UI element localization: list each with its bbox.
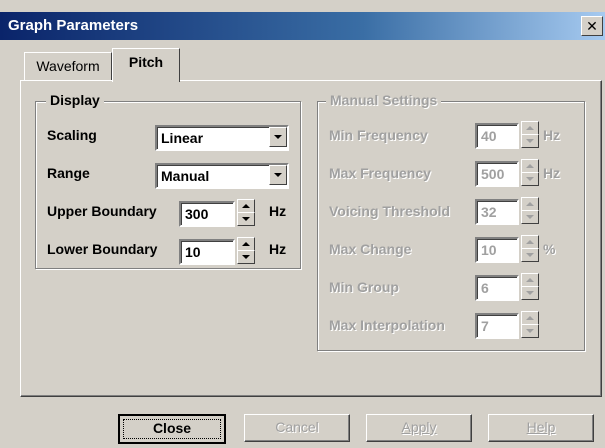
apply-button[interactable]: Apply [366,414,472,442]
title-bar[interactable]: Graph Parameters ✕ [0,12,605,40]
close-button[interactable]: Close [118,414,226,444]
voicing-threshold-input[interactable]: 32 [475,199,519,225]
spin-down-button[interactable] [237,250,255,264]
min-group-value: 6 [481,280,489,296]
focus-rect [123,419,221,439]
window-title: Graph Parameters [8,17,139,34]
voicing-threshold-spinner[interactable] [521,197,539,224]
upper-boundary-spinner[interactable] [237,199,255,226]
tab-pitch-label: Pitch [128,54,164,70]
close-icon: ✕ [586,18,598,34]
max-change-spinner[interactable] [521,235,539,262]
display-group-title: Display [46,92,104,108]
voicing-threshold-value: 32 [481,204,497,220]
max-interpolation-spinner[interactable] [521,311,539,338]
arrow-down-icon [242,217,250,221]
arrow-up-icon [526,278,534,282]
min-group-spinner[interactable] [521,273,539,300]
spin-down-button[interactable] [521,324,539,338]
max-change-unit: % [543,241,556,257]
lower-boundary-unit: Hz [269,241,287,257]
spin-down-button[interactable] [521,210,539,224]
spin-up-button[interactable] [521,273,539,287]
apply-button-label: Apply [401,419,437,435]
tab-pitch[interactable]: Pitch [112,48,180,82]
max-frequency-label: Max Frequency [329,165,431,181]
arrow-down-icon [526,215,534,219]
close-window-button[interactable]: ✕ [581,16,603,36]
arrow-down-icon [526,139,534,143]
arrow-up-icon [526,202,534,206]
arrow-up-icon [526,126,534,130]
max-frequency-input[interactable]: 500 [475,161,519,187]
arrow-down-icon [526,291,534,295]
arrow-up-icon [242,204,250,208]
max-frequency-value: 500 [481,166,505,182]
cancel-button[interactable]: Cancel [244,414,350,442]
arrow-up-icon [526,164,534,168]
scaling-dropdown-button[interactable] [269,127,287,147]
min-frequency-spinner[interactable] [521,121,539,148]
chevron-down-icon [274,135,282,139]
arrow-up-icon [526,316,534,320]
arrow-down-icon [526,329,534,333]
spin-down-button[interactable] [521,172,539,186]
lower-boundary-spinner[interactable] [237,237,255,264]
tab-waveform-label: Waveform [36,58,100,74]
max-change-label: Max Change [329,241,412,257]
chevron-down-icon [274,173,282,177]
spin-down-button[interactable] [521,248,539,262]
range-dropdown[interactable]: Manual [155,163,289,189]
max-frequency-unit: Hz [543,165,561,181]
voicing-threshold-label: Voicing Threshold [329,203,451,219]
upper-boundary-unit: Hz [269,203,287,219]
spin-up-button[interactable] [237,199,255,213]
min-group-input[interactable]: 6 [475,275,519,301]
upper-boundary-label: Upper Boundary [47,203,157,219]
min-group-label: Min Group [329,279,399,295]
scaling-label: Scaling [47,127,97,143]
lower-boundary-input[interactable]: 10 [179,239,235,265]
arrow-up-icon [242,242,250,246]
manual-settings-title: Manual Settings [326,92,442,108]
tab-waveform[interactable]: Waveform [24,52,112,81]
scaling-dropdown[interactable]: Linear [155,125,289,151]
max-change-input[interactable]: 10 [475,237,519,263]
lower-boundary-value: 10 [185,244,201,260]
lower-boundary-label: Lower Boundary [47,241,158,257]
max-interpolation-input[interactable]: 7 [475,313,519,339]
upper-boundary-value: 300 [185,206,209,222]
spin-up-button[interactable] [237,237,255,251]
spin-up-button[interactable] [521,311,539,325]
spin-down-button[interactable] [521,286,539,300]
arrow-down-icon [242,255,250,259]
min-frequency-unit: Hz [543,127,561,143]
spin-up-button[interactable] [521,159,539,173]
range-label: Range [47,165,90,181]
pitch-tab-panel: Display Scaling Linear Range Manual Uppe… [20,80,602,397]
max-frequency-spinner[interactable] [521,159,539,186]
spin-down-button[interactable] [237,212,255,226]
range-dropdown-button[interactable] [269,165,287,185]
arrow-down-icon [526,177,534,181]
spin-down-button[interactable] [521,134,539,148]
scaling-value: Linear [161,130,204,146]
max-interpolation-label: Max Interpolation [329,317,445,333]
spin-up-button[interactable] [521,235,539,249]
help-button[interactable]: Help [488,414,594,442]
min-frequency-input[interactable]: 40 [475,123,519,149]
help-button-label: Help [526,419,556,435]
arrow-up-icon [526,240,534,244]
arrow-down-icon [526,253,534,257]
max-change-value: 10 [481,242,497,258]
spin-up-button[interactable] [521,121,539,135]
cancel-button-label: Cancel [275,419,319,435]
dialog-window: Graph Parameters ✕ Waveform Pitch Displa… [0,0,605,448]
max-interpolation-value: 7 [481,318,489,334]
spin-up-button[interactable] [521,197,539,211]
min-frequency-value: 40 [481,128,497,144]
min-frequency-label: Min Frequency [329,127,428,143]
upper-boundary-input[interactable]: 300 [179,201,235,227]
range-value: Manual [161,168,210,184]
